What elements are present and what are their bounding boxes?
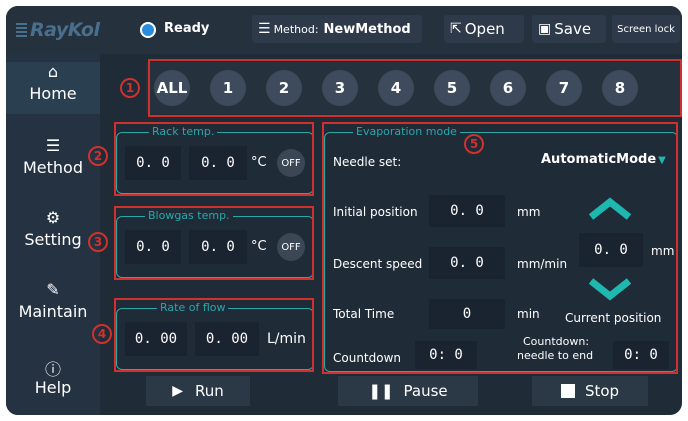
help-icon: ⓘ <box>44 360 61 379</box>
annotation-marker-1: 1 <box>120 78 140 98</box>
annotation-box-5 <box>322 122 678 374</box>
sidebar-item-label: Setting <box>24 230 82 249</box>
wrench-icon: ✎ <box>46 280 60 299</box>
annotation-marker-2: 2 <box>88 146 108 166</box>
screen-lock-label: Screen lock <box>617 23 675 35</box>
sidebar-item-home[interactable]: ⌂ Home <box>6 62 100 114</box>
sidebar-item-maintain[interactable]: ✎ Maintain <box>6 280 100 332</box>
save-button[interactable]: ▣ Save <box>532 15 606 43</box>
home-icon: ⌂ <box>47 62 59 81</box>
gear-icon: ⚙ <box>45 208 61 227</box>
logo: RayKol <box>16 19 100 41</box>
pause-label: Pause <box>403 382 448 400</box>
sidebar-item-label: Help <box>34 378 72 397</box>
list-icon: ☰ <box>258 21 271 37</box>
floppy-icon: ▣ <box>538 21 552 37</box>
stop-label: Stop <box>584 382 620 400</box>
open-button[interactable]: ⇱ Open <box>444 15 524 43</box>
stop-button[interactable]: Stop <box>532 376 648 406</box>
sidebar-item-help[interactable]: ⓘ Help <box>6 356 100 408</box>
sidebar-item-label: Home <box>29 84 77 103</box>
play-icon: ▶ <box>172 383 183 399</box>
sidebar-item-setting[interactable]: ⚙ Setting <box>6 208 100 260</box>
run-label: Run <box>195 382 224 400</box>
open-label: Open <box>464 20 505 38</box>
sidebar-item-label: Maintain <box>18 302 88 321</box>
method-label: Method: <box>273 22 319 36</box>
list-icon: ☰ <box>45 136 61 155</box>
app-window: RayKol Ready ☰ Method: NewMethod ⇱ Open … <box>6 6 682 415</box>
method-name: NewMethod <box>323 21 411 37</box>
run-button[interactable]: ▶ Run <box>146 376 250 406</box>
annotation-box-4 <box>114 298 314 372</box>
logo-bars-icon <box>16 23 27 37</box>
annotation-box-3 <box>114 206 314 280</box>
sidebar: ⌂ Home ☰ Method ⚙ Setting ✎ Maintain ⓘ H… <box>6 54 100 415</box>
open-icon: ⇱ <box>450 21 462 37</box>
save-label: Save <box>554 20 592 38</box>
top-bar: RayKol Ready ☰ Method: NewMethod ⇱ Open … <box>6 6 682 54</box>
annotation-box-1 <box>148 59 682 117</box>
annotation-box-2 <box>114 122 314 196</box>
pause-button[interactable]: ❚❚ Pause <box>338 376 478 406</box>
sidebar-item-label: Method <box>22 158 83 177</box>
screen-lock-button[interactable]: Screen lock <box>612 15 680 43</box>
method-button[interactable]: ☰ Method: NewMethod <box>252 15 422 43</box>
pause-icon: ❚❚ <box>368 382 394 400</box>
sidebar-item-method[interactable]: ☰ Method <box>6 136 100 188</box>
stop-icon <box>560 384 575 398</box>
annotation-marker-5: 5 <box>464 134 484 154</box>
annotation-marker-4: 4 <box>92 324 112 344</box>
status-indicator-icon <box>140 22 156 38</box>
status-text: Ready <box>164 21 210 36</box>
annotation-marker-3: 3 <box>88 232 108 252</box>
logo-text: RayKol <box>30 19 100 41</box>
